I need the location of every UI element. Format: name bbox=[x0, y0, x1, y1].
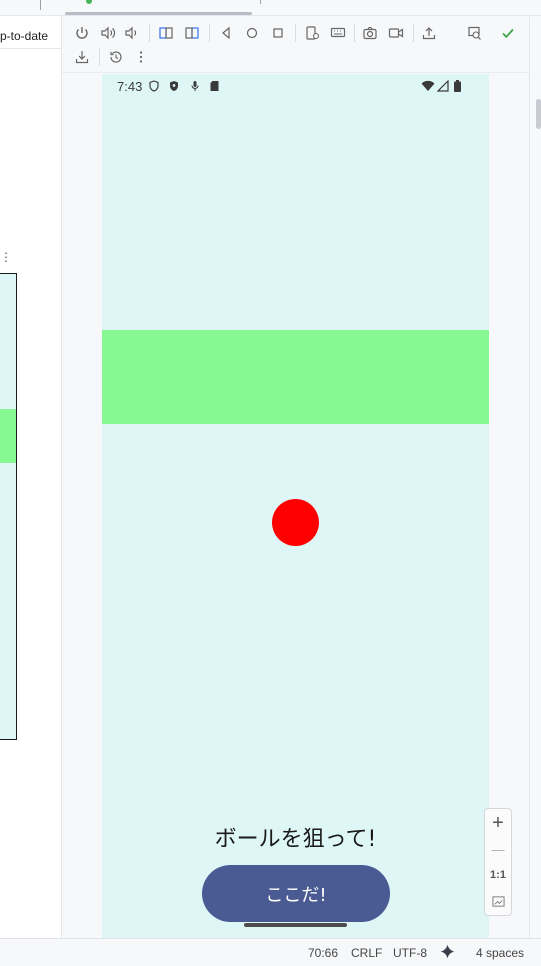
status-time: 7:43 bbox=[117, 79, 143, 94]
window-tab-strip bbox=[62, 0, 541, 16]
ball bbox=[272, 499, 319, 546]
zoom-out-button[interactable]: — bbox=[485, 836, 511, 862]
fit-screen-button[interactable] bbox=[485, 888, 511, 914]
overview-icon[interactable] bbox=[267, 22, 289, 44]
right-tool-strip bbox=[529, 17, 541, 938]
scrollbar-thumb[interactable] bbox=[536, 99, 541, 129]
history-icon[interactable] bbox=[105, 46, 127, 68]
home-icon[interactable] bbox=[241, 22, 263, 44]
battery-icon bbox=[454, 80, 461, 92]
zoom-in-button[interactable]: + bbox=[485, 810, 511, 836]
indent-setting[interactable]: 4 spaces bbox=[476, 946, 524, 960]
phone-status-bar: 7:43 bbox=[102, 74, 489, 98]
back-icon[interactable] bbox=[215, 22, 237, 44]
zoom-controls: + — 1:1 bbox=[484, 808, 512, 916]
ide-status-bar: 70:66 CRLF UTF-8 4 spaces bbox=[0, 938, 541, 966]
left-editor-panel: p-to-date ⋮ bbox=[0, 0, 62, 938]
rotate-left-icon[interactable] bbox=[155, 22, 177, 44]
active-tab-indicator bbox=[65, 12, 252, 15]
security-shield-icon bbox=[170, 81, 178, 91]
sync-status: p-to-date bbox=[0, 23, 62, 49]
more-icon[interactable]: ⋮ bbox=[0, 250, 12, 264]
line-ending[interactable]: CRLF bbox=[351, 946, 382, 960]
emulator-toolbar bbox=[62, 17, 529, 73]
left-tab-bar bbox=[0, 0, 62, 16]
running-indicator-icon bbox=[86, 0, 92, 4]
emulator-screen[interactable]: 7:43 ボールを狙って! ここだ! bbox=[102, 74, 489, 938]
vpn-shield-icon bbox=[149, 80, 159, 92]
file-encoding[interactable]: UTF-8 bbox=[393, 946, 427, 960]
cursor-position[interactable]: 70:66 bbox=[308, 946, 338, 960]
preview-green-band bbox=[0, 409, 16, 463]
device-settings-icon[interactable] bbox=[301, 22, 323, 44]
volume-up-icon[interactable] bbox=[97, 22, 119, 44]
actual-size-button[interactable]: 1:1 bbox=[485, 862, 511, 888]
fit-screen-icon bbox=[491, 895, 505, 907]
power-icon[interactable] bbox=[71, 22, 93, 44]
cell-signal-icon bbox=[437, 80, 449, 92]
screen-record-icon[interactable] bbox=[385, 22, 407, 44]
here-button[interactable]: ここだ! bbox=[202, 865, 390, 922]
ai-assistant-icon[interactable] bbox=[440, 944, 455, 962]
volume-down-icon[interactable] bbox=[121, 22, 143, 44]
more-icon[interactable] bbox=[130, 46, 152, 68]
camera-icon[interactable] bbox=[359, 22, 381, 44]
design-preview-thumbnail bbox=[0, 273, 17, 740]
checkmark-icon[interactable] bbox=[497, 22, 519, 44]
mirror-window-icon[interactable] bbox=[463, 22, 485, 44]
rotate-right-icon[interactable] bbox=[181, 22, 203, 44]
keyboard-icon[interactable] bbox=[327, 22, 349, 44]
sd-card-icon bbox=[210, 81, 219, 91]
instruction-text: ボールを狙って! bbox=[214, 827, 377, 852]
gesture-home-indicator[interactable] bbox=[244, 923, 347, 927]
microphone-icon bbox=[191, 81, 199, 91]
wifi-icon bbox=[421, 80, 435, 91]
download-icon[interactable] bbox=[71, 46, 93, 68]
target-zone bbox=[102, 330, 489, 424]
upload-icon[interactable] bbox=[418, 22, 440, 44]
